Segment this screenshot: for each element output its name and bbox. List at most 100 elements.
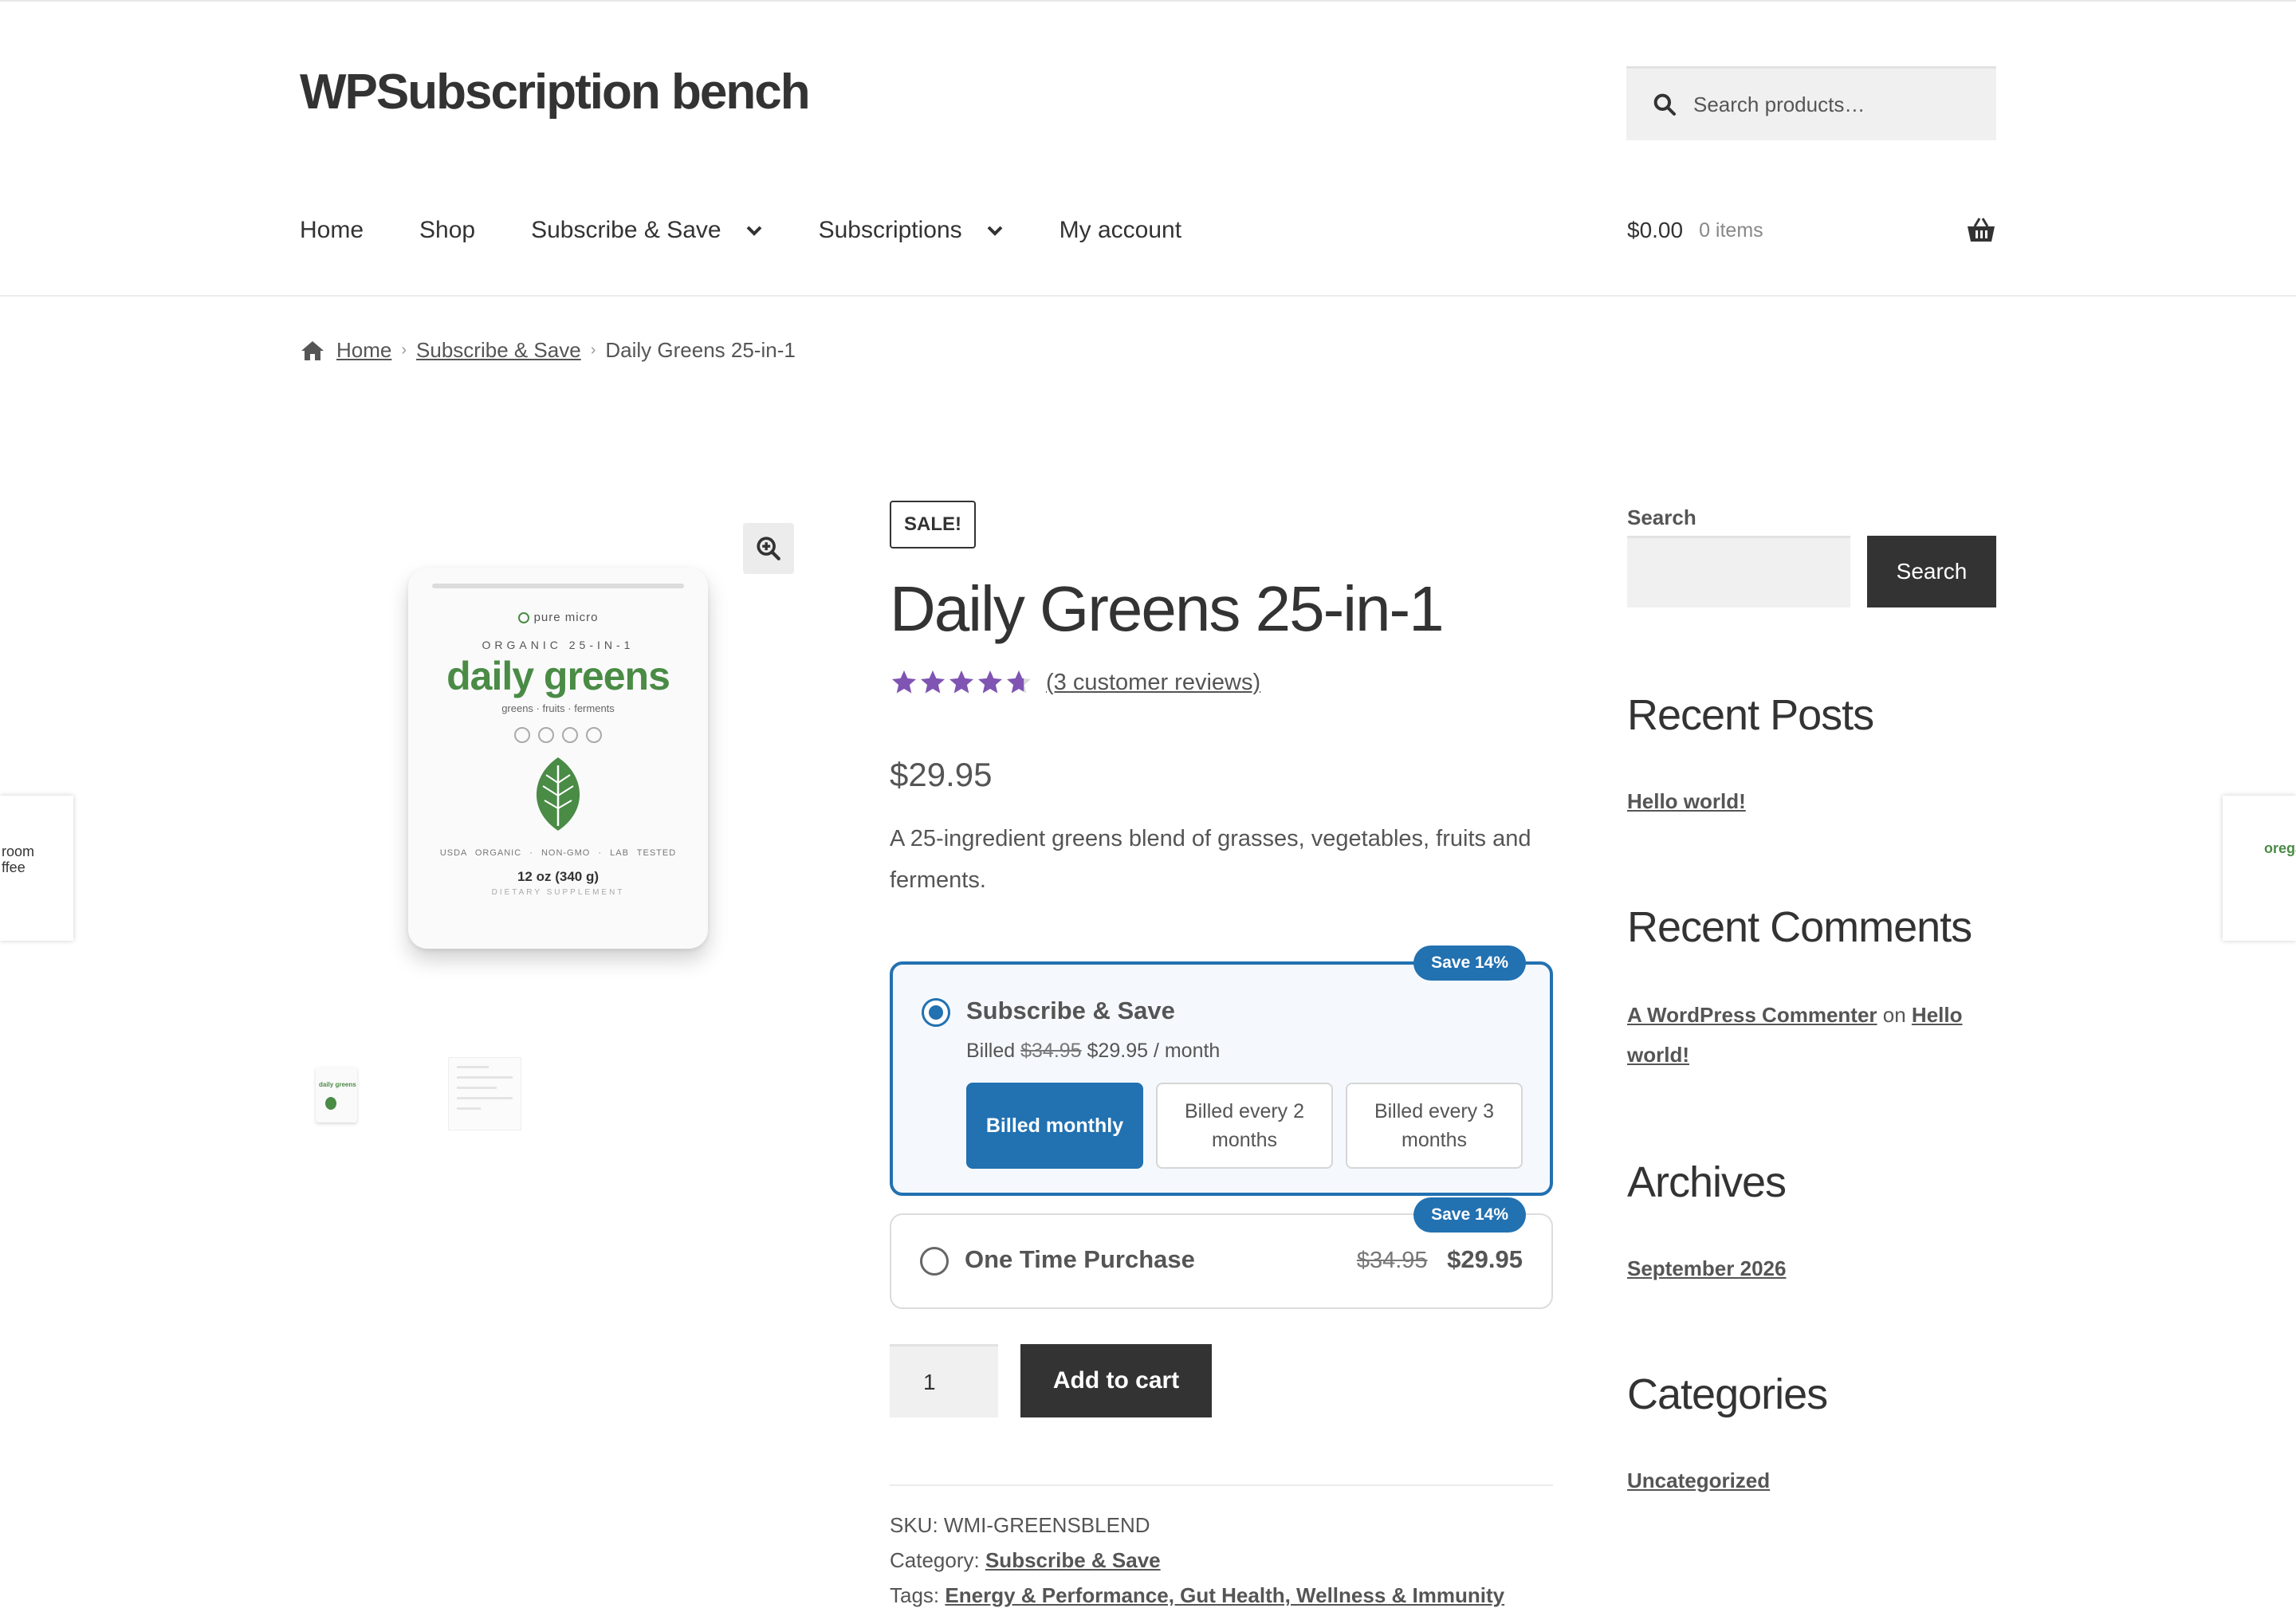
product-tags: Tags: Energy & Performance, Gut Health, … [890,1583,1504,1608]
frequency-3-months-button[interactable]: Billed every 3 months [1346,1083,1523,1169]
nav-my-account-label: My account [1059,217,1182,243]
gallery-thumbnail-1[interactable]: daily greens [316,1067,357,1122]
prev-product-text: room ffee [2,843,35,875]
save-badge: Save 14% [1413,1197,1526,1233]
star-rating [890,668,1033,697]
sidebar-search-button[interactable]: Search [1867,536,1996,607]
one-time-purchase-option[interactable]: Save 14% One Time Purchase $34.95 $29.95 [890,1197,1553,1309]
frequency-monthly-button[interactable]: Billed monthly [966,1083,1143,1169]
next-product-peek[interactable]: orega [2223,796,2296,941]
one-time-radio[interactable] [920,1247,949,1276]
save-badge: Save 14% [1413,946,1526,981]
sidebar-search-input[interactable] [1627,536,1850,607]
product-rating: (3 customer reviews) [890,668,1260,697]
package-subtitle: greens · fruits · ferments [501,702,615,714]
package-name: daily greens [446,654,670,698]
package-brand-text: pure micro [533,611,599,624]
subscribe-new-price: $29.95 / month [1087,1040,1221,1062]
category-label: Category: [890,1548,980,1572]
header-divider [0,295,2296,297]
add-to-cart-button[interactable]: Add to cart [1020,1344,1212,1417]
recent-comment: A WordPress Commenter on Hello world! [1627,995,1994,1075]
nav-shop[interactable]: Shop [419,217,475,244]
breadcrumb-home[interactable]: Home [336,338,391,363]
package-brand: pure micro [408,611,708,624]
product-sku: SKU: WMI-GREENSBLEND [890,1513,1150,1538]
cart-amount: $0.00 [1627,218,1684,242]
comment-author-link[interactable]: A WordPress Commenter [1627,1003,1877,1027]
star-icon [921,670,945,694]
chevron-down-icon[interactable] [745,225,763,236]
breadcrumb-category[interactable]: Subscribe & Save [416,338,581,363]
image-zoom-button[interactable] [743,523,794,574]
reviews-link[interactable]: (3 customer reviews) [1046,670,1260,696]
recent-posts-title: Recent Posts [1627,691,1874,739]
nav-shop-label: Shop [419,217,476,243]
subscribe-option-title: Subscribe & Save [966,997,1175,1024]
package-seal [432,584,684,588]
search-icon [1653,93,1676,116]
cart-item-count: 0 items [1699,218,1763,242]
nav-home[interactable]: Home [300,217,364,244]
top-border [0,0,2296,2]
breadcrumb-current: Daily Greens 25-in-1 [605,338,796,362]
star-icon [892,670,916,694]
nav-subscribe-save[interactable]: Subscribe & Save [531,217,762,244]
leaf-icon [536,757,580,831]
product-title: Daily Greens 25-in-1 [890,573,1445,644]
product-main-image[interactable]: pure micro ORGANIC 25-IN-1 daily greens … [408,568,708,949]
nav-home-label: Home [300,217,364,243]
primary-nav: Home Shop Subscribe & Save Subscriptions… [300,217,1237,244]
sku-label: SKU: [890,1513,938,1537]
meta-divider [890,1484,1553,1486]
recent-comments-title: Recent Comments [1627,903,1972,951]
sale-badge: SALE! [890,501,976,548]
sidebar-search-label: Search [1627,505,1696,529]
billed-prefix: Billed [966,1040,1016,1062]
nav-subscriptions[interactable]: Subscriptions [819,217,1004,244]
sku-value: WMI-GREENSBLEND [943,1513,1150,1537]
nav-subscribe-save-label: Subscribe & Save [531,217,721,243]
gallery-thumbnail-2[interactable] [448,1057,521,1130]
prev-product-peek[interactable]: room ffee [0,796,73,941]
archive-link[interactable]: September 2026 [1627,1256,1786,1281]
product-price: $29.95 [890,756,993,793]
tags-label: Tags: [890,1583,940,1607]
tags-links[interactable]: Energy & Performance, Gut Health, Wellne… [945,1583,1504,1607]
package-badges: USDA ORGANIC · NON-GMO · LAB TESTED [439,848,677,858]
subscribe-save-option[interactable]: Save 14% Subscribe & Save Billed $34.95 … [890,946,1553,1196]
category-link[interactable]: Subscribe & Save [985,1548,1161,1572]
archives-title: Archives [1627,1158,1787,1206]
package-weight: 12 oz (340 g) [517,869,600,884]
quantity-input[interactable]: 1 [890,1344,998,1417]
basket-icon[interactable] [1966,217,1996,244]
home-icon [301,340,324,360]
nav-subscriptions-label: Subscriptions [818,217,962,243]
site-title[interactable]: WPSubscription bench [300,64,811,120]
comment-on: on [1882,1003,1906,1027]
frequency-2-months-button[interactable]: Billed every 2 months [1156,1083,1333,1169]
breadcrumb-separator: › [401,341,407,359]
product-search-input[interactable]: Search products… [1626,66,1996,140]
subscribe-old-price: $34.95 [1020,1040,1082,1062]
subscribe-billing: Billed $34.95 $29.95 / month [966,1040,1220,1063]
thumbnail-leaf [325,1097,336,1110]
nav-my-account[interactable]: My account [1060,217,1181,244]
search-placeholder: Search products… [1693,92,1866,116]
recent-post-link[interactable]: Hello world! [1627,789,1746,814]
package-line: ORGANIC 25-IN-1 [482,639,635,651]
chevron-down-icon[interactable] [986,225,1004,236]
star-icon [949,670,973,694]
brand-logo-icon [517,612,529,624]
header-cart[interactable]: $0.00 0 items [1627,217,1996,244]
categories-title: Categories [1627,1370,1828,1418]
subscribe-radio[interactable] [922,998,950,1027]
zoom-in-icon [757,537,780,560]
one-time-new-price: $29.95 [1447,1245,1523,1273]
one-time-old-price: $34.95 [1356,1248,1428,1273]
breadcrumb-separator: › [590,341,596,359]
category-link-uncategorized[interactable]: Uncategorized [1627,1468,1770,1493]
star-icon [978,670,1002,694]
one-time-option-title: One Time Purchase [965,1245,1195,1273]
one-time-price: $34.95 $29.95 [1357,1245,1523,1274]
